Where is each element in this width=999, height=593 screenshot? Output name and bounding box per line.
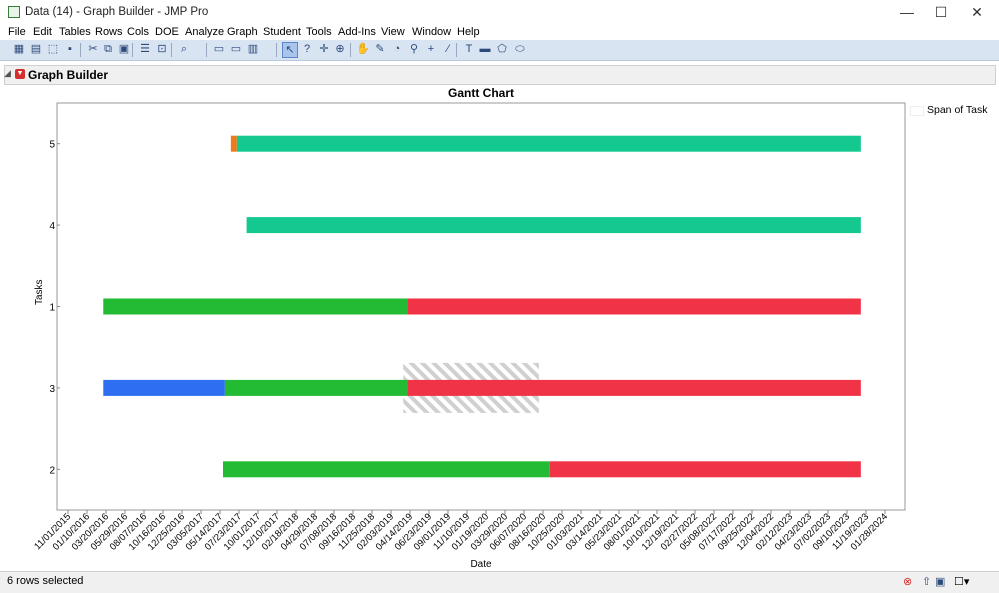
y-tick-label: 2 xyxy=(49,465,55,476)
status-text: 6 rows selected xyxy=(7,575,84,587)
task-1-span-bar[interactable] xyxy=(103,298,408,315)
y-tick-label: 3 xyxy=(49,384,55,395)
window-select-icon[interactable]: ☐▾ xyxy=(954,575,969,588)
y-tick-label: 5 xyxy=(49,140,55,151)
status-bar xyxy=(0,571,999,593)
task-5-span-bar[interactable] xyxy=(236,135,861,152)
task-2-span-bar[interactable] xyxy=(549,461,861,478)
window-list-icon[interactable]: ▣ xyxy=(935,575,945,588)
y-tick-label: 4 xyxy=(49,221,55,232)
task-3-span-bar[interactable] xyxy=(103,379,225,396)
gantt-chart: 54132 11/01/201501/10/201603/20/201605/2… xyxy=(32,102,906,553)
task-2-span-bar[interactable] xyxy=(222,461,550,478)
task-4-span-bar[interactable] xyxy=(246,217,861,234)
y-tick-label: 1 xyxy=(49,303,55,314)
task-3-span-bar[interactable] xyxy=(407,379,861,396)
task-5-span-bar[interactable] xyxy=(230,135,237,152)
task-3-span-bar[interactable] xyxy=(224,379,408,396)
stop-icon[interactable]: ⊗ xyxy=(903,575,912,588)
home-icon[interactable]: ⇧ xyxy=(922,575,931,588)
task-1-span-bar[interactable] xyxy=(407,298,861,315)
